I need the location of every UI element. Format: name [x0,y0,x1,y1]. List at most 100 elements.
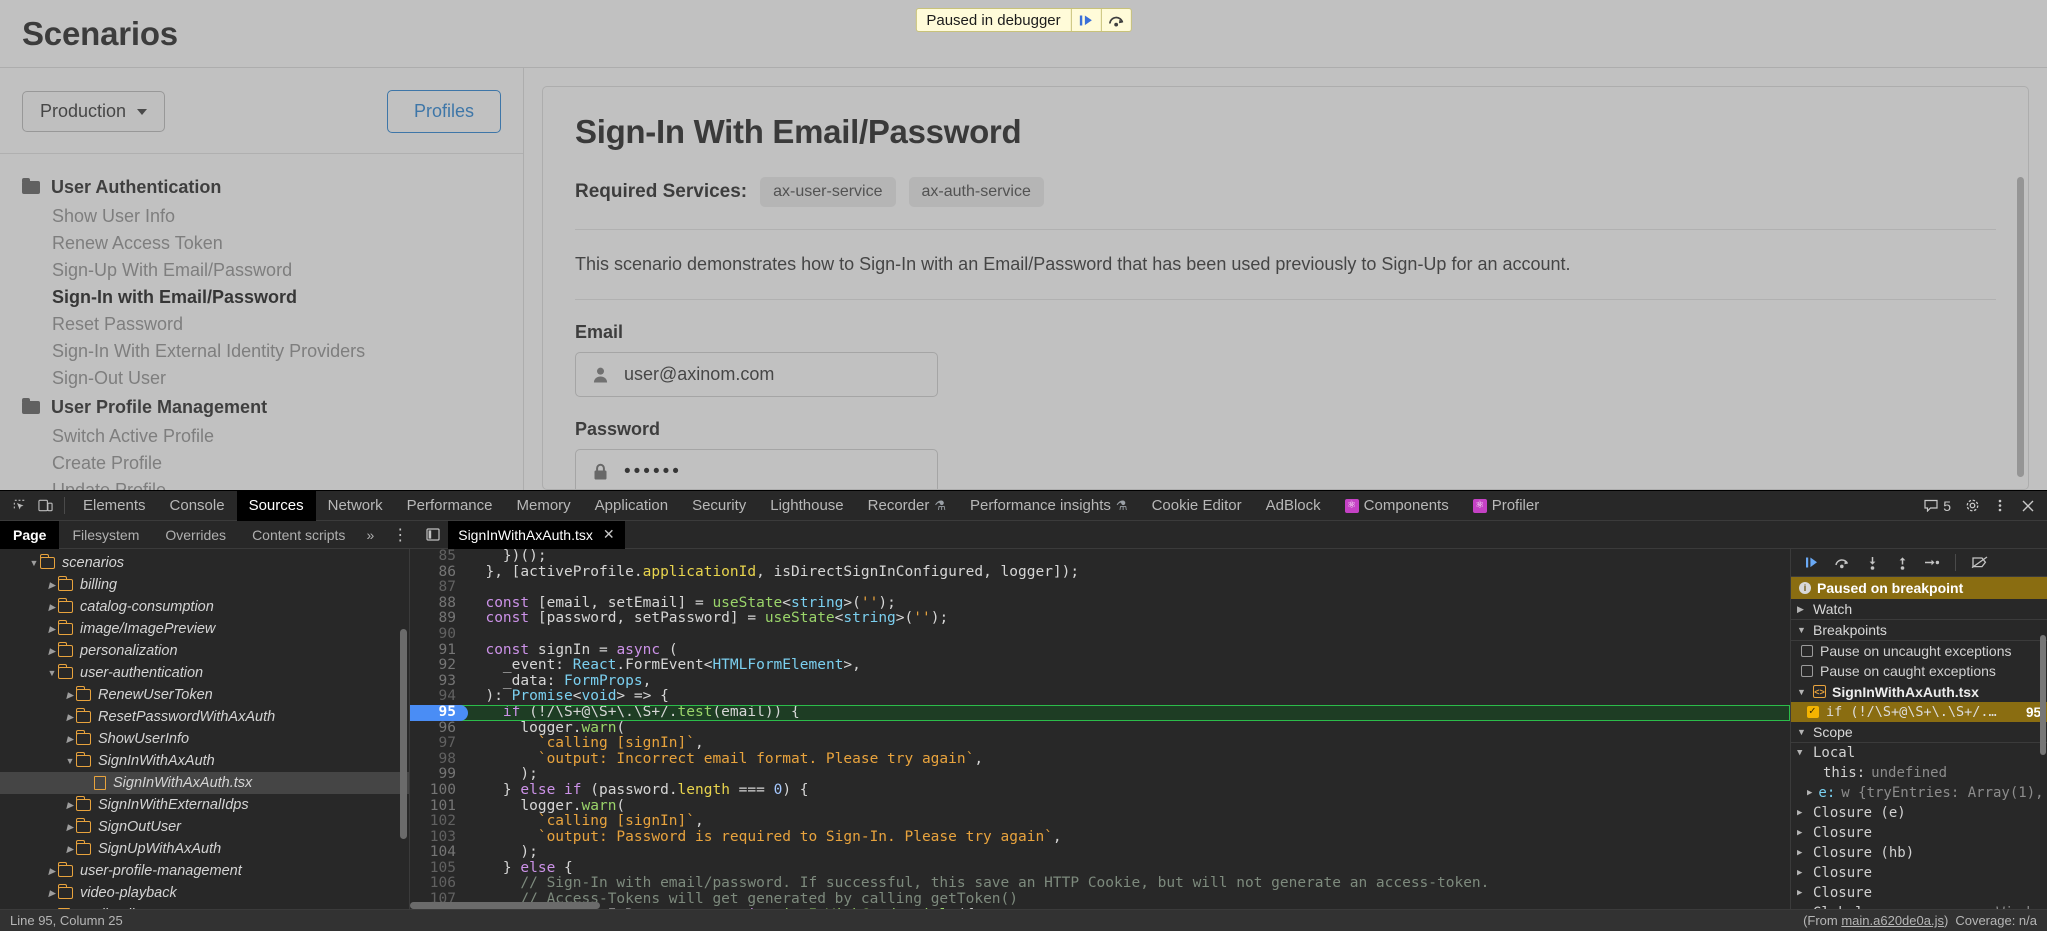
line-number[interactable]: 95 [410,705,468,721]
devtools-tab-components[interactable]: ⚛Components [1333,491,1461,521]
tree-folder[interactable]: ▶SignInWithExternalIdps [0,794,409,816]
chevron-down-icon[interactable]: ▼ [28,558,40,568]
chevron-right-icon[interactable]: ▶ [64,800,76,811]
code-line[interactable]: 96 logger.warn( [410,721,1790,737]
step-out-icon[interactable] [1889,550,1915,576]
code-line[interactable]: 94 ): Promise<void> => { [410,689,1790,705]
scope-row[interactable]: ▼Local [1791,743,2047,763]
environment-selector[interactable]: Production [22,91,165,132]
step-over-icon[interactable] [1101,9,1131,31]
code-line[interactable]: 91 const signIn = async ( [410,643,1790,659]
tree-folder[interactable]: ▶video-playback [0,882,409,904]
email-input[interactable]: user@axinom.com [575,352,938,397]
nav-item-0-6[interactable]: Sign-Out User [0,365,523,392]
line-number[interactable]: 103 [410,830,468,846]
code-line[interactable]: 85 })(); [410,549,1790,565]
line-number[interactable]: 98 [410,752,468,768]
line-number[interactable]: 97 [410,736,468,752]
code-line[interactable]: 97 `calling [signIn]`, [410,736,1790,752]
message-count-badge[interactable]: 5 [1918,498,1957,514]
chevron-right-icon[interactable]: ▶ [46,602,58,613]
line-number[interactable]: 101 [410,799,468,815]
deactivate-breakpoints-icon[interactable] [1966,550,1992,576]
line-number[interactable]: 106 [410,876,468,892]
devtools-tab-memory[interactable]: Memory [505,491,583,521]
tree-folder[interactable]: ▶SignOutUser [0,816,409,838]
scope-row[interactable]: ▶Closure [1791,863,2047,883]
devtools-tab-elements[interactable]: Elements [71,491,158,521]
line-number[interactable]: 96 [410,721,468,737]
chevron-right-icon[interactable]: ▶ [64,734,76,745]
code-line[interactable]: 90 [410,627,1790,643]
breakpoint-entry[interactable]: if (!/\S+@\S+\.\S+/.… 95 [1791,702,2047,722]
chevron-right-icon[interactable]: ▶ [46,624,58,635]
code-line[interactable]: 99 ); [410,767,1790,783]
scope-row[interactable]: ▶GlobalWindow [1791,903,2047,909]
code-line[interactable]: 92 _event: React.FormEvent<HTMLFormEleme… [410,658,1790,674]
kebab-menu-icon[interactable] [1987,493,2013,519]
sources-subtab-content-scripts[interactable]: Content scripts [239,521,358,549]
scope-row[interactable]: ▶Closure (hb) [1791,843,2047,863]
chevron-down-icon[interactable]: ▼ [64,756,76,766]
line-number[interactable]: 86 [410,565,468,581]
sources-subtab-page[interactable]: Page [0,521,59,549]
line-number[interactable]: 91 [410,643,468,659]
code-line-breakpoint[interactable]: 95 if (!/\S+@\S+\.\S+/.test(email)) { [410,705,1790,721]
nav-item-0-5[interactable]: Sign-In With External Identity Providers [0,338,523,365]
inspect-element-icon[interactable] [6,493,32,519]
code-line[interactable]: 88 const [email, setEmail] = useState<st… [410,596,1790,612]
scope-row[interactable]: ▶Closure [1791,883,2047,903]
code-line[interactable]: 108 const signInResponse = await signInW… [410,908,1790,909]
open-file-tab[interactable]: SignInWithAxAuth.tsx ✕ [448,521,624,549]
tree-folder[interactable]: ▶ResetPasswordWithAxAuth [0,706,409,728]
chevron-down-icon[interactable]: ▼ [46,668,58,678]
code-line[interactable]: 102 `calling [signIn]`, [410,814,1790,830]
toggle-navigator-icon[interactable] [418,528,448,541]
chevron-right-icon[interactable]: ▶ [46,866,58,877]
tree-folder[interactable]: ▶SignUpWithAxAuth [0,838,409,860]
pause-uncaught-exceptions-row[interactable]: Pause on uncaught exceptions [1791,641,2047,661]
line-number[interactable]: 89 [410,611,468,627]
source-code[interactable]: 85 })();86 }, [activeProfile.application… [410,549,1790,909]
tree-folder[interactable]: ▶user-profile-management [0,860,409,882]
tree-folder[interactable]: ▶billing [0,574,409,596]
line-number[interactable]: 100 [410,783,468,799]
checkbox-icon[interactable] [1801,665,1813,677]
line-number[interactable]: 93 [410,674,468,690]
tree-folder[interactable]: ▶image/ImagePreview [0,618,409,640]
line-number[interactable]: 85 [410,549,468,565]
devtools-tab-recorder[interactable]: Recorder⚗ [856,491,958,521]
devtools-tab-network[interactable]: Network [316,491,395,521]
tree-folder[interactable]: ▼SignInWithAxAuth [0,750,409,772]
step-icon[interactable] [1919,550,1945,576]
devtools-tab-console[interactable]: Console [158,491,237,521]
sources-subtab-filesystem[interactable]: Filesystem [59,521,152,549]
scope-row[interactable]: ▶Closure [1791,823,2047,843]
password-input[interactable]: •••••• [575,449,938,490]
code-line[interactable]: 89 const [password, setPassword] = useSt… [410,611,1790,627]
nav-group-1[interactable]: User Profile Management [0,392,523,423]
nav-item-1-2[interactable]: Update Profile [0,477,523,490]
code-line[interactable]: 86 }, [activeProfile.applicationId, isDi… [410,565,1790,581]
close-icon[interactable]: ✕ [603,526,615,543]
scope-row[interactable]: ▶e:w {tryEntries: Array(1), p [1791,783,2047,803]
devtools-tab-profiler[interactable]: ⚛Profiler [1461,491,1552,521]
line-number[interactable]: 92 [410,658,468,674]
code-line[interactable]: 93 _data: FormProps, [410,674,1790,690]
line-number[interactable]: 102 [410,814,468,830]
chevron-right-icon[interactable]: ▶ [64,822,76,833]
chevron-right-icon[interactable]: ▶ [46,580,58,591]
breakpoints-section-header[interactable]: ▼ Breakpoints [1791,620,2047,641]
nav-item-0-4[interactable]: Reset Password [0,311,523,338]
tree-folder[interactable]: ▶catalog-consumption [0,596,409,618]
debugger-scrollbar[interactable] [2040,635,2046,755]
chevron-right-icon[interactable]: ▶ [46,888,58,899]
tree-file[interactable]: apollo-client.ts [0,904,409,909]
step-into-icon[interactable] [1859,550,1885,576]
nav-item-0-3[interactable]: Sign-In with Email/Password [0,284,523,311]
code-line[interactable]: 101 logger.warn( [410,799,1790,815]
line-number[interactable]: 94 [410,689,468,705]
tree-file[interactable]: SignInWithAxAuth.tsx [0,772,409,794]
line-number[interactable]: 105 [410,861,468,877]
tree-folder[interactable]: ▼user-authentication [0,662,409,684]
